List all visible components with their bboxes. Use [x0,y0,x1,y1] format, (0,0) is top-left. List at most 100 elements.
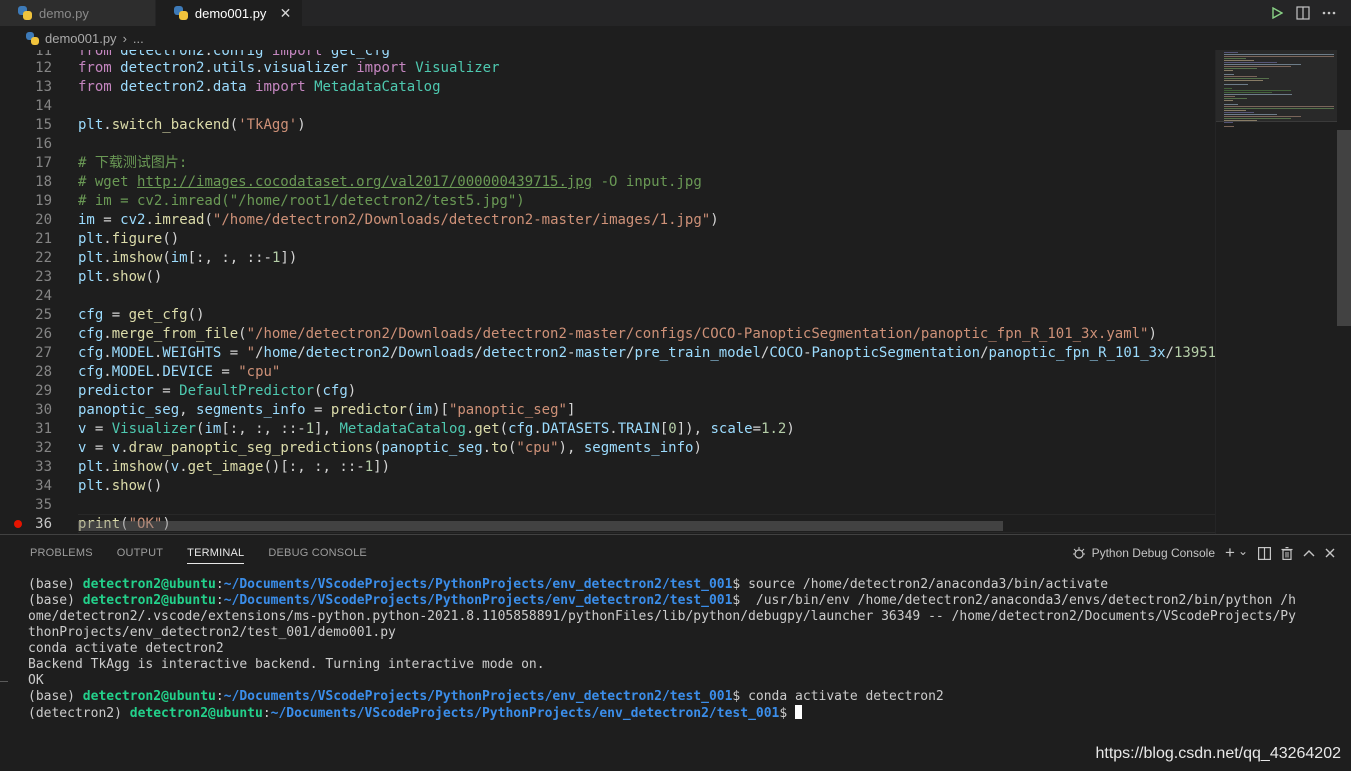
minimap-line [1224,68,1258,69]
tab-output[interactable]: OUTPUT [105,535,175,571]
tab-label: demo.py [39,5,89,21]
terminal-line: OK [28,673,44,688]
split-editor-icon[interactable] [1295,5,1311,21]
minimap-line [1224,64,1301,65]
debug-icon [1072,547,1085,559]
chevron-up-icon[interactable] [1303,549,1315,557]
horizontal-scrollbar[interactable] [78,521,1003,531]
minimap-line [1224,80,1263,81]
new-terminal-button[interactable]: + ⌄ [1225,543,1248,563]
line-number: 13 [35,79,52,95]
code-line: predictor = DefaultPredictor(cfg) [78,383,357,399]
code-line: plt.switch_backend('TkAgg') [78,117,306,133]
minimap-line [1224,118,1291,119]
trash-icon[interactable] [1281,546,1293,560]
code-line: from detectron2.data import MetadataCata… [78,79,441,95]
line-number: 25 [35,307,52,323]
minimap-line [1224,108,1334,109]
line-number: 35 [35,497,52,513]
line-number: 20 [35,212,52,228]
line-number: 12 [35,60,52,76]
tab-demo001-py[interactable]: demo001.py ✕ [155,0,304,26]
minimap-line [1224,54,1334,55]
python-file-icon [26,31,39,45]
line-number: 30 [35,402,52,418]
breadcrumb-symbols[interactable]: ... [133,31,144,46]
minimap-line [1224,126,1234,127]
terminal-line: (detectron2) detectron2@ubuntu:~/Documen… [28,705,1328,721]
python-file-icon [18,6,32,20]
code-line: plt.imshow(v.get_image()[:, :, ::-1]) [78,459,391,475]
bottom-panel: PROBLEMS OUTPUT TERMINAL DEBUG CONSOLE P… [0,534,1351,771]
minimap-line [1224,122,1233,123]
breakpoint-icon[interactable] [14,520,22,528]
code-line: im = cv2.imread("/home/detectron2/Downlo… [78,212,719,228]
line-number: 31 [35,421,52,437]
line-number: 21 [35,231,52,247]
terminal-session-select[interactable]: Python Debug Console [1072,546,1215,560]
minimap-line [1224,56,1334,57]
minimap-line [1224,98,1248,99]
code-line: panoptic_seg, segments_info = predictor(… [78,402,576,418]
split-terminal-icon[interactable] [1258,546,1271,560]
chevron-down-icon[interactable]: ⌄ [1238,544,1248,558]
minimap-line [1224,62,1278,63]
line-number: 14 [35,98,52,114]
python-file-icon [173,6,188,20]
line-number: 18 [35,174,52,190]
minimap-line [1224,104,1238,105]
panel-tabs: PROBLEMS OUTPUT TERMINAL DEBUG CONSOLE [18,535,379,571]
line-number: 23 [35,269,52,285]
minimap-line [1224,74,1234,75]
more-actions-icon[interactable] [1321,5,1337,21]
tab-debug-console[interactable]: DEBUG CONSOLE [256,535,379,571]
line-number: 15 [35,117,52,133]
line-number-current: 36 [35,516,52,532]
minimap-line [1224,88,1233,89]
code-line: plt.figure() [78,231,180,247]
close-icon[interactable]: ✕ [278,5,292,22]
terminal-line: thonProjects/env_detectron2/test_001/dem… [28,625,396,640]
line-number: 19 [35,193,52,209]
line-number: 33 [35,459,52,475]
code-line: # 下载测试图片: [78,155,188,171]
minimap-line [1224,58,1246,59]
line-number: 29 [35,383,52,399]
minimap-line [1224,116,1301,117]
tab-problems[interactable]: PROBLEMS [18,535,105,571]
terminal-line: conda activate detectron2 [28,641,224,656]
minimap-line [1224,52,1238,53]
code-line: cfg = get_cfg() [78,307,205,323]
line-number: 16 [35,136,52,152]
code-line: # im = cv2.imread("/home/root1/detectron… [78,193,525,209]
minimap-line [1224,100,1233,101]
session-label: Python Debug Console [1091,546,1215,560]
breadcrumb-file[interactable]: demo001.py [45,31,117,46]
vertical-scrollbar[interactable] [1337,50,1351,534]
line-number: 28 [35,364,52,380]
line-number: 17 [35,155,52,171]
minimap-line [1224,84,1249,85]
terminal-output[interactable]: (base) detectron2@ubuntu:~/Documents/VSc… [28,577,1328,721]
minimap-line [1224,96,1235,97]
minimap-line [1224,90,1291,91]
terminal-line: (base) detectron2@ubuntu:~/Documents/VSc… [28,689,944,704]
terminal-cursor [795,705,803,719]
code-area[interactable]: from detectron2.config import get_cfg fr… [78,50,1215,534]
code-line: cfg.MODEL.WEIGHTS = "/home/detectron2/Do… [78,345,1215,361]
run-icon[interactable] [1269,5,1285,21]
terminal-line: ome/detectron2/.vscode/extensions/ms-pyt… [28,609,1296,624]
code-line: plt.imshow(im[:, :, ::-1]) [78,250,298,266]
tab-terminal[interactable]: TERMINAL [175,535,256,571]
code-editor[interactable]: 11 12 13 14 15 16 17 18 19 20 21 22 23 2… [0,50,1215,534]
scrollbar-thumb[interactable] [1337,130,1351,326]
tab-demo-py[interactable]: demo.py [0,0,156,26]
close-icon[interactable] [1325,548,1335,558]
minimap[interactable] [1215,50,1337,534]
code-line: # wget http://images.cocodataset.org/val… [78,174,702,190]
tab-label: demo001.py [194,5,267,21]
minimap-line [1224,78,1269,79]
terminal-line: (base) detectron2@ubuntu:~/Documents/VSc… [28,593,1296,608]
breadcrumb: demo001.py › ... [0,26,1351,50]
minimap-line [1224,120,1258,121]
